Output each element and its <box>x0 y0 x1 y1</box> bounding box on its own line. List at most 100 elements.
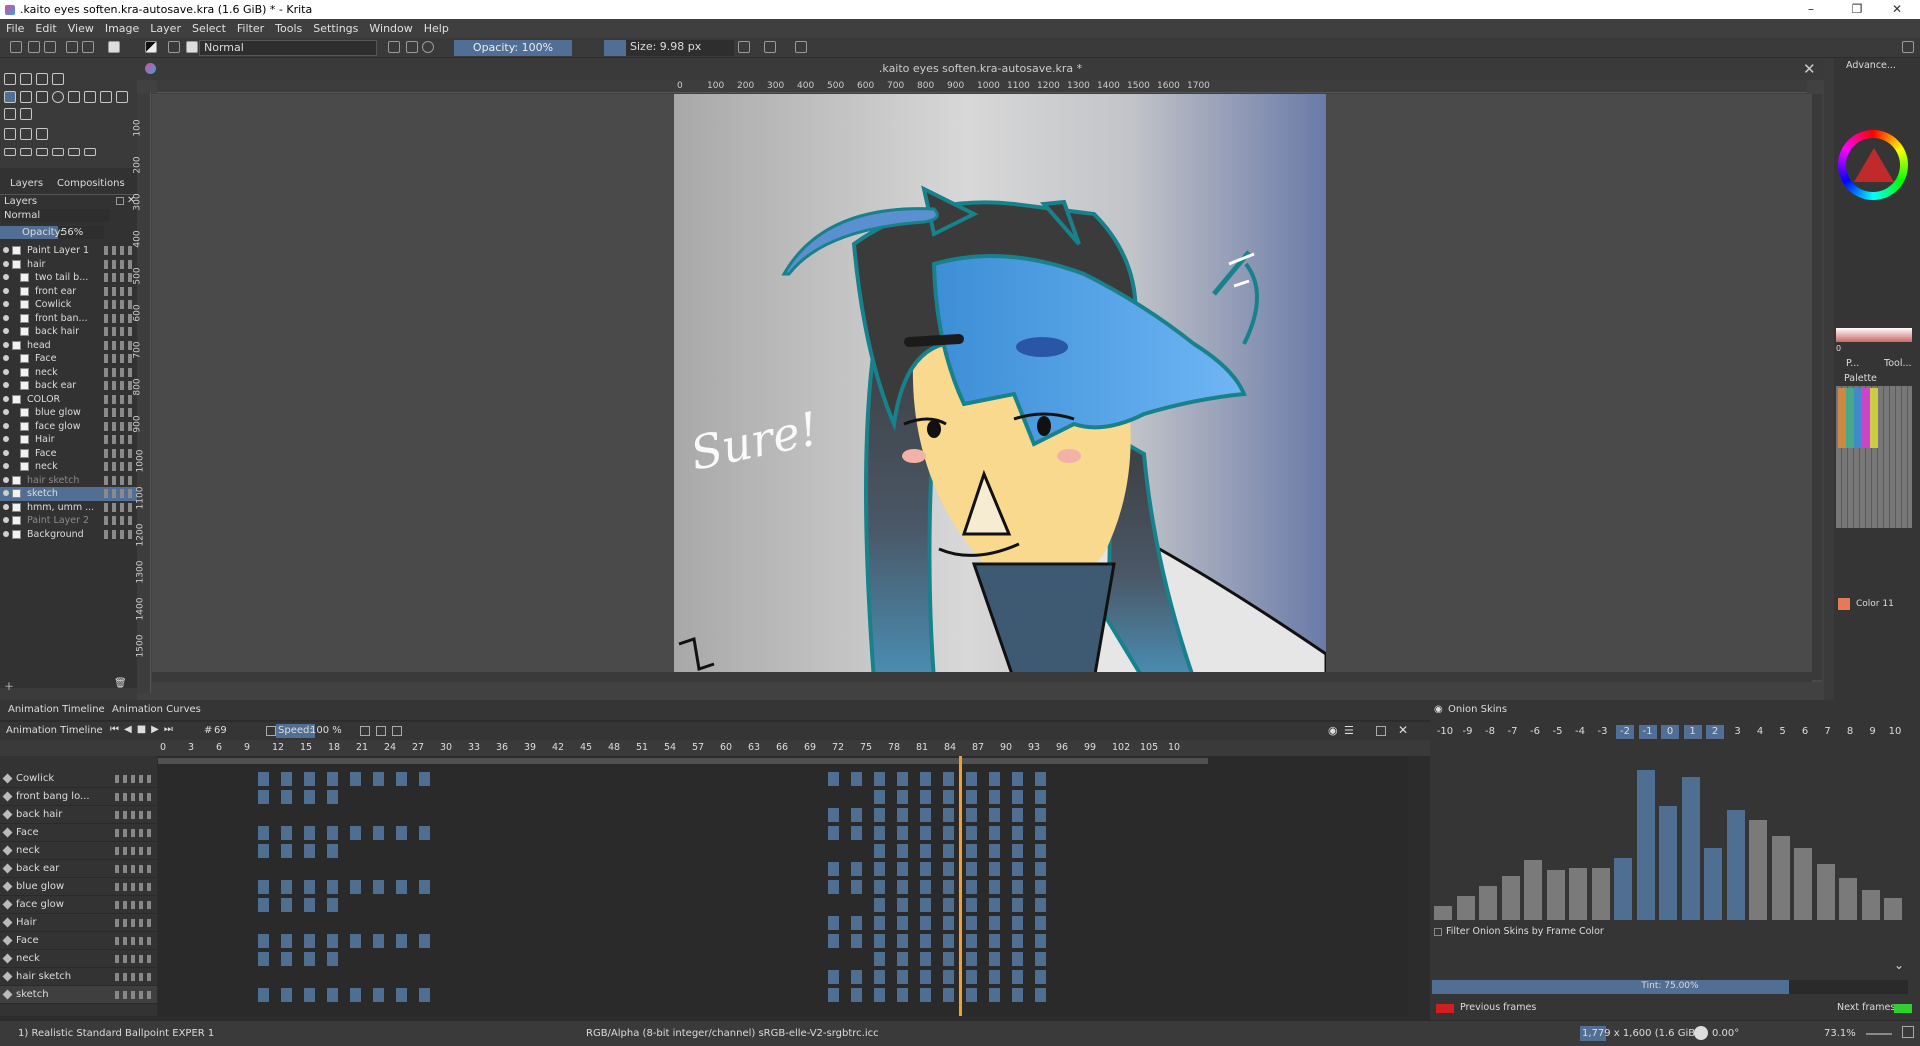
select-shapes-tool-icon[interactable] <box>4 73 16 85</box>
multibrush-tool-icon[interactable] <box>20 108 32 120</box>
bezier-tool-icon[interactable] <box>100 91 112 103</box>
keyframe[interactable] <box>327 826 338 840</box>
keyframe[interactable] <box>281 772 292 786</box>
keyframe[interactable] <box>874 934 885 948</box>
layer-row[interactable]: Hair <box>0 433 137 447</box>
keyframe[interactable] <box>966 844 977 858</box>
keyframe[interactable] <box>920 880 931 894</box>
eraser-icon[interactable] <box>388 41 400 53</box>
keyframe[interactable] <box>350 826 361 840</box>
visibility-eye-icon[interactable] <box>3 436 9 442</box>
keyframe[interactable] <box>396 826 407 840</box>
keyframe[interactable] <box>966 970 977 984</box>
keyframe[interactable] <box>419 988 430 1002</box>
track-flags-icon[interactable] <box>115 811 153 819</box>
tab-animation-timeline[interactable]: Animation Timeline <box>8 704 105 715</box>
keyframe[interactable] <box>874 898 885 912</box>
onion-frame-number[interactable]: -6 <box>1526 725 1544 739</box>
onion-frame-number[interactable]: -4 <box>1571 725 1589 739</box>
pin-icon[interactable] <box>2 989 13 1000</box>
visibility-eye-icon[interactable] <box>3 247 9 253</box>
keyframe[interactable] <box>373 880 384 894</box>
track-flags-icon[interactable] <box>115 919 153 927</box>
layer-flags-icon[interactable] <box>104 529 134 539</box>
keyframe[interactable] <box>258 934 269 948</box>
keyframe[interactable] <box>327 934 338 948</box>
keyframe[interactable] <box>373 772 384 786</box>
measure-tool-icon[interactable] <box>84 148 96 156</box>
layer-flags-icon[interactable] <box>104 475 134 485</box>
visibility-eye-icon[interactable] <box>3 503 9 510</box>
timeline-track[interactable]: back hair <box>0 806 157 824</box>
onion-frame-number[interactable]: -1 <box>1638 725 1657 739</box>
keyframe[interactable] <box>304 898 315 912</box>
onion-frame-number[interactable]: 4 <box>1751 725 1769 739</box>
onion-opacity-bar[interactable] <box>1569 868 1587 920</box>
dynamic-brush-tool-icon[interactable] <box>4 108 16 120</box>
track-flags-icon[interactable] <box>115 883 153 891</box>
layer-flags-icon[interactable] <box>104 489 134 498</box>
status-brush-preset[interactable]: 1) Realistic Standard Ballpoint EXPER 1 <box>18 1028 214 1039</box>
layer-blend-mode-select[interactable]: Normal <box>2 209 110 222</box>
visibility-eye-icon[interactable] <box>3 355 9 361</box>
keyframe[interactable] <box>920 952 931 966</box>
keyframe[interactable] <box>989 826 1000 840</box>
keyframe[interactable] <box>373 826 384 840</box>
keyframe[interactable] <box>989 952 1000 966</box>
keyframe[interactable] <box>897 934 908 948</box>
onion-opacity-bar[interactable] <box>1839 878 1857 920</box>
close-window-button[interactable]: ✕ <box>1874 0 1920 19</box>
keyframe[interactable] <box>327 898 338 912</box>
onion-opacity-bar[interactable] <box>1434 906 1452 920</box>
timeline-track[interactable]: neck <box>0 950 157 968</box>
keyframe[interactable] <box>304 934 315 948</box>
layer-flags-icon[interactable] <box>104 367 134 377</box>
layer-flags-icon[interactable] <box>104 502 134 512</box>
keyframe[interactable] <box>874 808 885 822</box>
visibility-eye-icon[interactable] <box>3 382 9 388</box>
line-tool-icon[interactable] <box>20 91 32 103</box>
keyframe[interactable] <box>1035 970 1046 984</box>
menu-view[interactable]: View <box>68 22 94 35</box>
visibility-eye-icon[interactable] <box>3 301 9 307</box>
fg-bg-color-icon[interactable] <box>145 41 157 53</box>
keyframe[interactable] <box>1035 934 1046 948</box>
keyframe[interactable] <box>874 970 885 984</box>
layer-flags-icon[interactable] <box>104 340 134 350</box>
onion-frame-number[interactable]: -10 <box>1436 725 1454 739</box>
keyframe[interactable] <box>943 808 954 822</box>
keyframe[interactable] <box>966 952 977 966</box>
keyframe[interactable] <box>828 826 839 840</box>
visibility-eye-icon[interactable] <box>3 476 9 483</box>
layer-row[interactable]: back hair <box>0 325 137 339</box>
keyframe[interactable] <box>966 916 977 930</box>
keyframe[interactable] <box>373 988 384 1002</box>
onion-opacity-bar[interactable] <box>1771 836 1790 920</box>
keyframe[interactable] <box>1012 862 1023 876</box>
layer-flags-icon[interactable] <box>104 408 134 417</box>
keyframe[interactable] <box>874 862 885 876</box>
current-frame-field[interactable]: # <box>204 725 212 736</box>
keyframe[interactable] <box>943 880 954 894</box>
add-keyframe-icon[interactable] <box>360 726 370 736</box>
keyframe[interactable] <box>943 934 954 948</box>
current-frame-value[interactable]: 69 <box>214 725 227 736</box>
keyframe[interactable] <box>1035 826 1046 840</box>
timeline-track[interactable]: Face <box>0 824 157 842</box>
menu-image[interactable]: Image <box>105 22 139 35</box>
calligraphy-tool-icon[interactable] <box>52 73 64 85</box>
vertical-scrollbar[interactable] <box>1812 94 1822 680</box>
layer-row[interactable]: Cowlick <box>0 298 137 312</box>
layer-row[interactable]: hair sketch <box>0 474 137 488</box>
visibility-eye-icon[interactable] <box>3 409 9 415</box>
onion-frame-number[interactable]: 10 <box>1886 725 1904 739</box>
layer-row[interactable]: Face <box>0 352 137 366</box>
filter-onion-checkbox[interactable] <box>1434 928 1442 936</box>
menu-window[interactable]: Window <box>369 22 412 35</box>
keyframe[interactable] <box>943 916 954 930</box>
document-tab[interactable]: .kaito eyes soften.kra-autosave.kra * ✕ <box>137 58 1824 80</box>
mirror-vertical-icon[interactable] <box>764 41 776 53</box>
keyframe[interactable] <box>327 772 338 786</box>
layer-row[interactable]: blue glow <box>0 406 137 420</box>
frame-ruler[interactable]: 0 3 6 9 12 15 18 21 24 27 30 33 36 39 42 45 48 51 54 57 60 63… <box>0 740 1430 756</box>
